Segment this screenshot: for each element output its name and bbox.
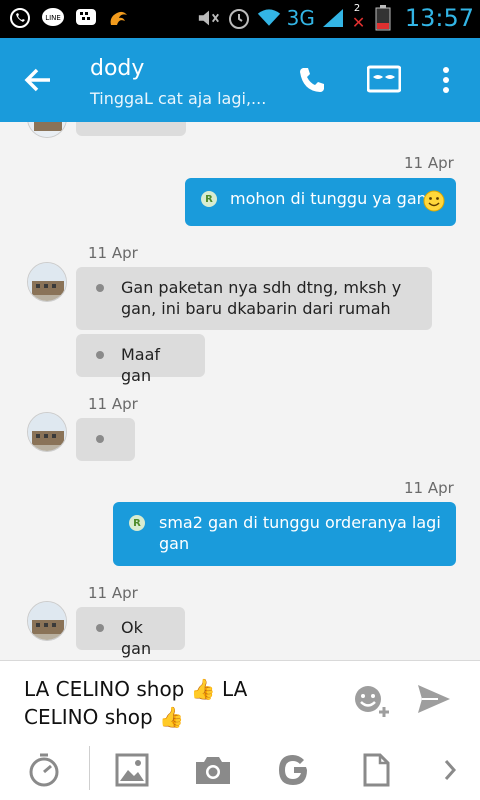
- message-bubble-outgoing[interactable]: R sma2 gan di tunggu orderanya lagi gan: [113, 502, 456, 566]
- more-vert-icon: [443, 67, 449, 93]
- back-button[interactable]: [22, 64, 62, 96]
- bullet-dot: [96, 435, 104, 443]
- video-call-button[interactable]: [364, 60, 404, 100]
- message-bubble-incoming[interactable]: Ok gan: [76, 607, 185, 658]
- mute-icon: [197, 6, 221, 30]
- attachment-toolbar: [0, 740, 480, 800]
- avatar[interactable]: [27, 262, 67, 302]
- google-button[interactable]: [272, 748, 316, 792]
- mask-icon: [367, 65, 401, 93]
- read-receipt-icon: R: [129, 515, 145, 531]
- message-time: 11 Apr: [88, 584, 138, 602]
- message-bubble-incoming-empty[interactable]: [76, 418, 135, 461]
- clock: 13:57: [404, 4, 474, 32]
- contact-status: TinggaL cat aja lagi,...: [90, 89, 267, 108]
- image-icon: [115, 753, 149, 787]
- message-bubble-partial[interactable]: [76, 122, 186, 136]
- message-time: 11 Apr: [88, 244, 138, 262]
- compose-bar: LA CELINO shop 👍 LA CELINO shop 👍: [0, 660, 480, 740]
- avatar[interactable]: [27, 122, 67, 138]
- google-icon: [279, 755, 307, 785]
- bullet-dot: [96, 624, 104, 632]
- sim2-indicator: 2 ✕: [351, 3, 366, 32]
- status-bar: LINE 3G 2 ✕ 13:57: [0, 0, 480, 38]
- svg-text:LINE: LINE: [45, 14, 61, 22]
- message-text: Gan paketan nya sdh dtng, mksh y gan, in…: [121, 278, 402, 318]
- read-receipt-icon: R: [201, 191, 217, 207]
- phone-icon: [300, 68, 324, 92]
- toolbar-divider: [89, 746, 90, 790]
- message-text: Ok gan: [121, 618, 152, 658]
- bullet-dot: [96, 284, 104, 292]
- camera-icon: [196, 757, 230, 784]
- chat-screen: LINE 3G 2 ✕ 13:57 dody TinggaL cat aja l…: [0, 0, 480, 800]
- bullet-dot: [96, 351, 104, 359]
- wifi-icon: [257, 6, 281, 30]
- battery-icon: [371, 5, 395, 31]
- emoji-button[interactable]: [350, 681, 394, 721]
- message-input[interactable]: LA CELINO shop 👍 LA CELINO shop 👍: [24, 675, 324, 731]
- send-button[interactable]: [416, 683, 456, 719]
- signal-icon: [321, 6, 345, 30]
- no-signal-icon: ✕: [351, 13, 366, 32]
- message-bubble-incoming[interactable]: Gan paketan nya sdh dtng, mksh y gan, in…: [76, 267, 432, 330]
- document-button[interactable]: [354, 748, 398, 792]
- document-icon: [363, 753, 390, 787]
- message-text: sma2 gan di tunggu orderanya lagi gan: [159, 513, 441, 553]
- message-text: Maaf gan: [121, 345, 161, 385]
- message-list[interactable]: 11 Apr R mohon di tunggu ya gan 11 Apr G…: [0, 122, 480, 660]
- arrow-left-icon: [24, 68, 50, 92]
- emoji-add-icon: [355, 686, 389, 717]
- uc-browser-icon: [107, 6, 131, 30]
- overflow-menu-button[interactable]: [426, 60, 466, 100]
- line-icon: LINE: [41, 6, 65, 30]
- network-type: 3G: [286, 6, 315, 30]
- whatsapp-icon: [8, 6, 32, 30]
- message-time: 11 Apr: [88, 395, 138, 413]
- smiley-emoji-icon: [423, 190, 445, 217]
- message-text: mohon di tunggu ya gan: [230, 189, 427, 208]
- message-bubble-outgoing[interactable]: R mohon di tunggu ya gan: [185, 178, 456, 226]
- send-icon: [418, 685, 450, 713]
- message-bubble-incoming[interactable]: Maaf gan: [76, 334, 205, 385]
- more-attachments-button[interactable]: [428, 748, 472, 792]
- message-time: 11 Apr: [404, 479, 454, 497]
- chevron-right-icon: [444, 760, 457, 780]
- call-button[interactable]: [292, 60, 332, 100]
- avatar[interactable]: [27, 412, 67, 452]
- bbm-icon: [74, 6, 98, 30]
- gallery-button[interactable]: [110, 748, 154, 792]
- camera-button[interactable]: [191, 748, 235, 792]
- message-time: 11 Apr: [404, 154, 454, 172]
- avatar[interactable]: [27, 601, 67, 641]
- contact-name[interactable]: dody: [90, 56, 144, 81]
- alarm-icon: [227, 6, 251, 30]
- timer-icon: [29, 753, 59, 787]
- app-bar: dody TinggaL cat aja lagi,...: [0, 38, 480, 122]
- timer-button[interactable]: [22, 748, 66, 792]
